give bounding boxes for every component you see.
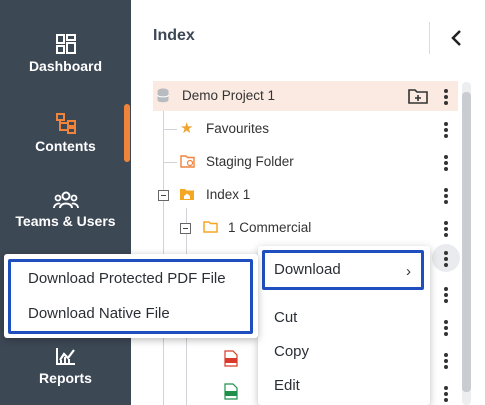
nav-label-dashboard: Dashboard (28, 58, 103, 74)
index-more-icon[interactable] (440, 187, 452, 205)
row-more-icon[interactable] (440, 385, 452, 403)
excel-file-icon (224, 383, 238, 400)
menu-label-download: Download (274, 261, 341, 278)
panel-title: Index (153, 27, 195, 44)
staging-more-icon[interactable] (440, 154, 452, 172)
nav-label-teams-users: Teams & Users (15, 213, 116, 229)
left-nav: Dashboard Contents Teams & Users Reports (0, 0, 131, 405)
row-more-icon[interactable] (440, 352, 452, 370)
nav-item-dashboard[interactable]: Dashboard (0, 34, 131, 74)
header-divider (429, 22, 430, 54)
staging-folder-icon (180, 155, 195, 168)
chevron-left-icon (451, 30, 461, 46)
collapse-index-icon[interactable] (158, 190, 169, 201)
tree-label-staging-folder: Staging Folder (206, 154, 294, 169)
tree-row-project[interactable]: Demo Project 1 (153, 81, 458, 111)
favourites-more-icon[interactable] (440, 121, 452, 139)
database-icon (157, 88, 169, 103)
menu-item-edit[interactable]: Edit (274, 377, 300, 394)
tree-label-index-1: Index 1 (206, 187, 251, 202)
tree-label-commercial: 1 Commercial (228, 220, 312, 235)
tree-row-staging-folder[interactable]: Staging Folder (153, 147, 458, 177)
users-icon (52, 191, 79, 209)
tree-row-index-1[interactable]: Index 1 (175, 180, 425, 210)
menu-item-download[interactable]: Download › (262, 250, 424, 290)
tree-scrollbar-thumb[interactable] (462, 92, 471, 392)
nav-label-reports: Reports (39, 370, 92, 386)
collapse-panel-button[interactable] (447, 27, 467, 49)
star-icon: ★ (180, 120, 194, 137)
active-row-more-icon[interactable] (440, 250, 452, 268)
contents-tree-icon (55, 113, 76, 134)
menu-item-download-native[interactable]: Download Native File (28, 305, 170, 322)
tree-row-favourites[interactable]: ★ Favourites (153, 114, 458, 144)
add-folder-icon[interactable] (408, 88, 428, 104)
nav-item-teams-users[interactable]: Teams & Users (0, 191, 131, 229)
row-more-icon[interactable] (440, 319, 452, 337)
chevron-right-icon: › (406, 263, 411, 280)
context-menu: Download › Cut Copy Edit (258, 246, 430, 405)
folder-icon (203, 221, 218, 233)
tree-label-favourites: Favourites (206, 121, 270, 136)
app-root: Dashboard Contents Teams & Users Reports… (0, 0, 485, 405)
commercial-more-icon[interactable] (440, 220, 452, 238)
reports-chart-icon (55, 348, 75, 365)
nav-item-contents[interactable]: Contents (0, 112, 131, 154)
row-more-icon[interactable] (440, 286, 452, 304)
nav-item-reports[interactable]: Reports (0, 346, 131, 386)
collapse-commercial-icon[interactable] (180, 223, 191, 234)
folder-home-icon (180, 189, 194, 200)
menu-item-download-protected-pdf[interactable]: Download Protected PDF File (28, 270, 226, 287)
tree-label-project: Demo Project 1 (182, 88, 276, 103)
project-more-icon[interactable] (440, 88, 452, 106)
nav-active-indicator (124, 104, 130, 162)
menu-item-cut[interactable]: Cut (274, 309, 297, 326)
tree-row-commercial[interactable]: 1 Commercial (198, 213, 428, 243)
menu-item-copy[interactable]: Copy (274, 343, 309, 360)
dashboard-icon (55, 34, 76, 54)
pdf-file-icon (224, 350, 238, 367)
nav-label-contents: Contents (35, 138, 96, 154)
